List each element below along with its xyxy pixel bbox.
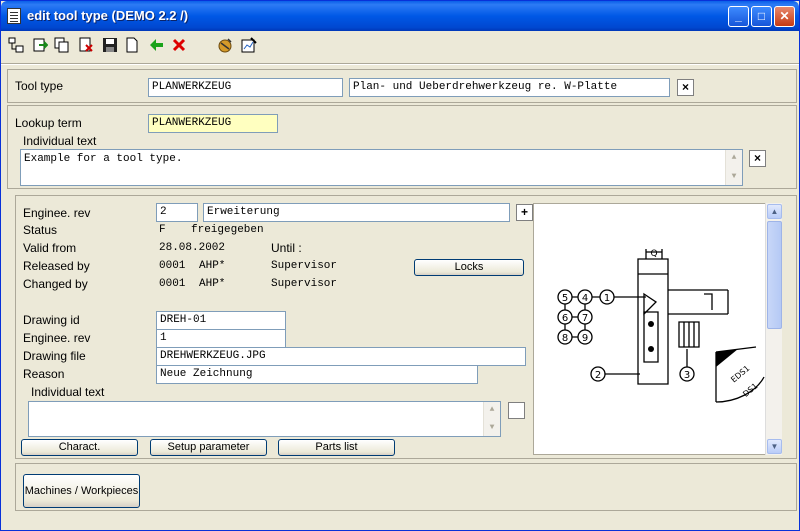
- released-by-code: AHP*: [199, 260, 226, 272]
- app-window: edit tool type (DEMO 2.2 /) _ □ ✕ Tool t…: [0, 0, 800, 531]
- scroll-thumb[interactable]: [767, 221, 782, 329]
- drawing-id-label: Drawing id: [23, 313, 80, 327]
- tool-type-label: Tool type: [15, 79, 64, 93]
- new-doc-icon[interactable]: [123, 37, 141, 55]
- export-icon[interactable]: [31, 37, 49, 55]
- callout-1-text: 1: [604, 293, 610, 304]
- callout-2-text: 2: [595, 370, 601, 381]
- maximize-button[interactable]: □: [751, 6, 772, 27]
- title-bar: edit tool type (DEMO 2.2 /) _ □ ✕: [1, 1, 799, 31]
- status-label: Status: [23, 223, 58, 237]
- machines-workpieces-button[interactable]: Machines / Workpieces: [23, 474, 140, 508]
- lookup-panel: Lookup term PLANWERKZEUG Individual text…: [7, 105, 797, 189]
- released-by-id: 0001: [159, 260, 186, 272]
- individual-text-scrollbar[interactable]: ▲ ▼: [725, 150, 742, 185]
- eds1-text: EDS1: [729, 364, 751, 385]
- drawing-text-scrollbar[interactable]: ▲ ▼: [483, 402, 500, 436]
- charact-button[interactable]: Charact.: [21, 439, 138, 456]
- individual-text-value: Example for a tool type.: [24, 153, 183, 165]
- scroll-up-icon[interactable]: ▲: [726, 150, 742, 166]
- toolbar: [5, 35, 795, 57]
- enginee-rev-description-field[interactable]: Erweiterung: [203, 203, 510, 222]
- scroll-down-icon[interactable]: ▼: [484, 420, 500, 436]
- valid-from-label: Valid from: [23, 241, 77, 255]
- changed-by-name: Supervisor: [271, 278, 338, 290]
- drawing-file-label: Drawing file: [23, 349, 86, 363]
- technical-drawing: 5 4 1 6 7 8 9 2 3 Q EDS1 DS1: [557, 249, 765, 403]
- callout-7-text: 7: [582, 313, 588, 324]
- document-icon: [7, 8, 21, 24]
- released-by-label: Released by: [23, 259, 90, 273]
- scroll-down-icon[interactable]: ▼: [726, 169, 742, 185]
- callout-3-text: 3: [684, 370, 690, 381]
- tool-type-clear-button[interactable]: ×: [677, 79, 694, 96]
- drawing-text-extra-button[interactable]: [508, 402, 525, 419]
- individual-text-area[interactable]: Example for a tool type. ▲ ▼: [20, 149, 743, 186]
- toolbar-separator: [1, 63, 799, 65]
- tool-type-description-field[interactable]: Plan- und Ueberdrehwerkzeug re. W-Platte: [349, 78, 670, 97]
- copy-icon[interactable]: [53, 37, 71, 55]
- tool-type-panel: Tool type PLANWERKZEUG Plan- und Ueberdr…: [7, 69, 797, 103]
- edit-chart-icon[interactable]: [240, 37, 258, 55]
- valid-from-value: 28.08.2002: [159, 242, 226, 254]
- setup-parameter-button[interactable]: Setup parameter: [150, 439, 267, 456]
- minimize-button[interactable]: _: [728, 6, 749, 27]
- changed-by-label: Changed by: [23, 277, 88, 291]
- reason-label: Reason: [23, 367, 65, 381]
- individual-text-label: Individual text: [23, 134, 97, 148]
- locks-button[interactable]: Locks: [414, 259, 524, 276]
- window-title: edit tool type (DEMO 2.2 /): [27, 8, 189, 23]
- drawing-rev-label: Enginee. rev: [23, 331, 91, 345]
- enginee-rev-field[interactable]: 2: [156, 203, 198, 222]
- delete-doc-icon[interactable]: [77, 37, 95, 55]
- tool-type-code-field[interactable]: PLANWERKZEUG: [148, 78, 343, 97]
- drawing-individual-text-area[interactable]: ▲ ▼: [28, 401, 501, 437]
- enginee-rev-label: Enginee. rev: [23, 206, 91, 220]
- changed-by-id: 0001: [159, 278, 186, 290]
- scroll-up-icon[interactable]: ▲: [484, 402, 500, 418]
- add-revision-button[interactable]: +: [516, 204, 533, 221]
- callout-8-text: 8: [562, 333, 568, 344]
- callout-4-text: 4: [582, 293, 588, 304]
- machines-panel: Machines / Workpieces: [15, 463, 797, 511]
- globe-icon[interactable]: [216, 37, 234, 55]
- cancel-icon[interactable]: [170, 37, 188, 55]
- drawing-rev-field[interactable]: 1: [156, 329, 286, 348]
- close-button[interactable]: ✕: [774, 6, 795, 27]
- until-label: Until :: [271, 241, 302, 255]
- scroll-up-icon[interactable]: ▲: [767, 204, 782, 219]
- callout-6-text: 6: [562, 313, 568, 324]
- ds1-text: DS1: [741, 381, 759, 398]
- scroll-down-icon[interactable]: ▼: [767, 439, 782, 454]
- drawing-individual-text-label: Individual text: [31, 385, 105, 399]
- drawing-file-field[interactable]: DREHWERKZEUG.JPG: [156, 347, 526, 366]
- callout-9-text: 9: [582, 333, 588, 344]
- save-icon[interactable]: [101, 37, 119, 55]
- callout-5-text: 5: [562, 293, 568, 304]
- reason-field[interactable]: Neue Zeichnung: [156, 365, 478, 384]
- lookup-field[interactable]: PLANWERKZEUG: [148, 114, 278, 133]
- parts-list-button[interactable]: Parts list: [278, 439, 395, 456]
- back-arrow-icon[interactable]: [147, 37, 165, 55]
- dimension-q-text: Q: [650, 249, 657, 259]
- lookup-label: Lookup term: [15, 116, 82, 130]
- drawing-image-scrollbar[interactable]: ▲ ▼: [765, 203, 782, 455]
- individual-text-clear-button[interactable]: ×: [749, 150, 766, 167]
- changed-by-code: AHP*: [199, 278, 226, 290]
- drawing-image: 5 4 1 6 7 8 9 2 3 Q EDS1 DS1: [533, 203, 781, 455]
- released-by-name: Supervisor: [271, 260, 338, 272]
- drawing-id-field[interactable]: DREH-01: [156, 311, 286, 330]
- tree-icon[interactable]: [7, 37, 25, 55]
- status-text: freigegeben: [191, 224, 264, 236]
- status-code: F: [159, 224, 166, 236]
